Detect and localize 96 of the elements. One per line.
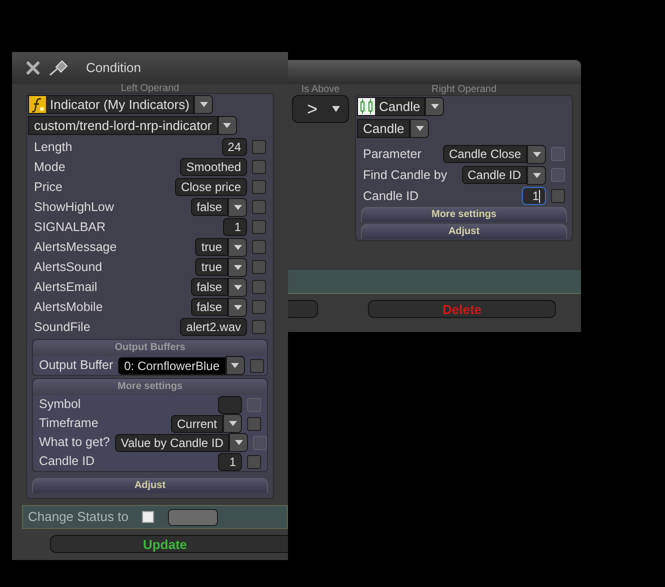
value-field[interactable]: 1 [522,187,546,205]
checkbox[interactable] [250,358,264,372]
checkbox[interactable] [252,260,266,274]
value-field[interactable]: 1 [223,218,247,236]
value-field[interactable] [218,396,242,414]
dropdown-arrow-button[interactable] [228,238,247,256]
checkbox[interactable] [247,454,261,468]
dropdown-arrow-button[interactable] [410,119,430,138]
param-label: Candle ID [39,453,95,470]
param-label: AlertsMessage [34,238,117,256]
indicator-dropdown[interactable]: Indicator (My Indicators) [28,95,194,114]
checkbox[interactable] [252,300,266,314]
dropdown-field[interactable]: false [190,198,228,216]
caret-icon [234,284,242,290]
checkbox[interactable] [252,200,266,214]
param-label: Parameter [363,146,422,163]
dropdown-field[interactable]: true [195,238,228,256]
checkbox[interactable] [252,180,266,194]
caret-icon [430,104,439,109]
section-header: More settings [33,379,267,395]
dropdown-field[interactable]: 0: CornflowerBlue [118,356,226,374]
operator-dropdown[interactable]: > [292,95,349,123]
param-label: AlertsSound [34,258,102,276]
checkbox[interactable] [247,416,261,430]
checkbox[interactable] [142,511,154,523]
section-header: Output Buffers [33,340,267,356]
adjust-button[interactable]: More settings [361,207,567,222]
caret-icon [532,172,540,178]
operator-label: Is Above [301,84,340,95]
pin-icon[interactable] [48,59,70,77]
param-label: Mode [34,158,66,176]
param-label: Symbol [39,396,81,414]
dropdown-arrow-button[interactable] [194,95,214,114]
param-label: SoundFile [34,318,90,336]
param-label: Find Candle by [363,166,448,184]
status-field[interactable] [168,508,218,526]
caret-icon [234,440,243,445]
value-field[interactable]: alert2.wav [180,318,247,336]
operand-label: Right Operand [430,84,498,95]
dropdown-arrow-button[interactable] [218,116,237,135]
dropdown-field[interactable]: Current [170,414,223,432]
close-icon[interactable] [26,61,40,75]
param-label: Timeframe [39,415,98,432]
caret-icon [223,123,232,128]
caret-icon [231,363,240,368]
param-label: AlertsMobile [34,298,103,316]
value-field[interactable]: 24 [222,138,247,156]
checkbox[interactable] [252,320,266,334]
dropdown-field[interactable]: false [190,298,228,316]
param-label: SIGNALBAR [34,218,106,236]
caret-icon [532,152,540,156]
checkbox[interactable] [252,240,266,254]
checkbox[interactable] [252,160,266,174]
candle-icon [358,98,375,115]
param-label: ShowHighLow [34,198,114,216]
param-label: Output Buffer [39,357,114,374]
caret-icon [228,421,236,426]
checkbox[interactable] [252,280,266,294]
caret-icon [234,264,242,270]
checkbox[interactable] [252,220,266,234]
function-icon [29,96,46,113]
dropdown-arrow-button[interactable] [228,258,247,276]
adjust-button[interactable]: Adjust [32,478,268,493]
operand-label: Left Operand [120,84,180,94]
checkbox[interactable] [551,189,565,203]
dropdown-arrow-button[interactable] [223,414,242,433]
dropdown-arrow-button[interactable] [228,298,247,316]
dropdown-arrow-button[interactable] [226,356,245,375]
value-field[interactable]: Smoothed [180,158,247,176]
param-label: Price [34,178,62,196]
dropdown-field[interactable]: Candle [357,119,410,138]
caret-icon [234,204,242,210]
dropdown-arrow-button[interactable] [228,198,247,216]
caret-icon [332,106,340,112]
param-label: What to get? [39,434,110,452]
update-button[interactable]: Update [50,535,288,553]
caret-icon [234,304,242,310]
caret-icon [200,102,208,107]
dropdown-field[interactable]: custom/trend-lord-nrp-indicator [28,116,218,135]
operand-type-dropdown[interactable]: Candle [357,97,426,116]
param-label: Candle ID [363,188,419,205]
adjust-button[interactable]: Adjust [361,224,567,239]
checkbox[interactable] [252,140,266,154]
param-label: Length [34,138,72,156]
change-status-label: Change Status to [28,508,128,526]
dropdown-field[interactable]: false [190,278,228,296]
caret-icon [416,126,424,131]
dropdown-arrow-button[interactable] [425,97,444,116]
caret-icon [234,244,242,250]
value-field[interactable]: 1 [218,452,242,470]
param-label: AlertsEmail [34,278,98,296]
dropdown-arrow-button[interactable] [228,278,247,296]
value-field[interactable]: Close price [174,178,247,196]
window-title: Condition [86,59,141,78]
dropdown-arrow-button[interactable] [229,433,248,452]
dropdown-field[interactable]: true [195,258,228,276]
